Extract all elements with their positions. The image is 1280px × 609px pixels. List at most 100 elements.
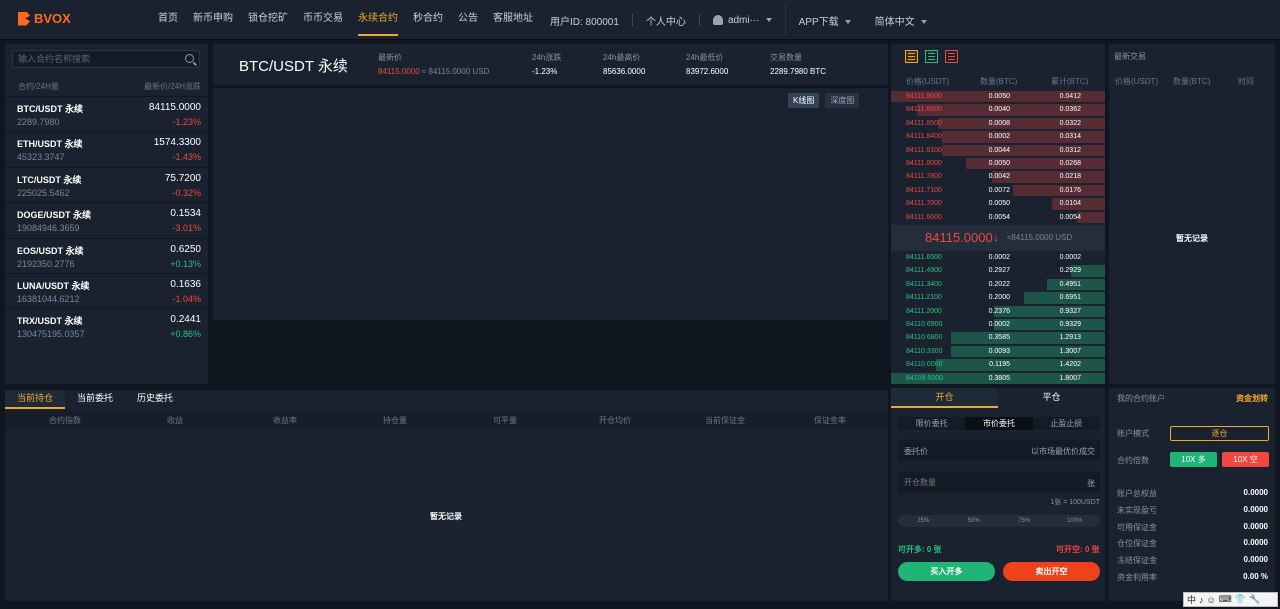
orderbook-bids-icon[interactable] (925, 50, 938, 63)
tab-current-positions[interactable]: 当前持仓 (5, 390, 66, 409)
bid-row[interactable]: 84110.3300 0.0093 1.3007 (891, 345, 1105, 358)
ask-row[interactable]: 84111.7100 0.0072 0.0176 (891, 184, 1105, 197)
bid-row[interactable]: 84111.2000 0.2376 0.9327 (891, 305, 1105, 318)
search-icon[interactable] (185, 54, 194, 63)
nav-spot[interactable]: 币币交易 (303, 0, 343, 40)
user-menu[interactable]: admi··· (712, 15, 772, 26)
col-contract: 合约/24H量 (18, 82, 59, 91)
skin-icon[interactable]: 👕 (1235, 594, 1246, 605)
emoji-icon[interactable]: ☺ (1207, 595, 1216, 605)
logo[interactable]: BVOX (18, 11, 71, 26)
ime-icon[interactable]: 中 (1187, 593, 1196, 606)
ob-amount: 0.0042 (988, 173, 1010, 181)
ask-row[interactable]: 84111.7800 0.0042 0.0218 (891, 170, 1105, 183)
nav-announcement[interactable]: 公告 (458, 0, 478, 40)
margin-mode-button[interactable]: 逐仓 (1170, 426, 1269, 441)
settings-icon[interactable]: 🔧 (1249, 594, 1260, 605)
nav-perpetual[interactable]: 永续合约 (358, 0, 398, 40)
ob-price: 84111.8500 (906, 119, 942, 127)
ask-row[interactable]: 84111.8400 0.0002 0.0314 (891, 130, 1105, 143)
ask-row[interactable]: 84111.8000 0.0050 0.0268 (891, 157, 1105, 170)
ob-amount: 0.0002 (988, 254, 1010, 261)
market-row[interactable]: LUNA/USDT 永续 16381044.6212 0.1636 -1.04% (5, 273, 207, 308)
market-change: -1.04% (172, 294, 201, 304)
market-volume: 2192350.2776 (17, 258, 75, 269)
sell-short-button[interactable]: 卖出开空 (1003, 562, 1100, 581)
stat-value: -1.23% (532, 67, 558, 76)
sound-icon[interactable]: ♪ (1199, 595, 1204, 605)
ask-row[interactable]: 84111.7000 0.0050 0.0104 (891, 197, 1105, 210)
market-row[interactable]: BTC/USDT 永续 2289.7980 84115.0000 -1.23% (5, 96, 207, 131)
leverage-long-button[interactable]: 10X 多 (1170, 452, 1217, 467)
market-row[interactable]: TRX/USDT 永续 130475195.0357 0.2441 +0.86% (5, 308, 207, 343)
app-download-menu[interactable]: APP下载 (799, 13, 851, 28)
nav-support[interactable]: 客服地址 (493, 0, 533, 40)
stat-change: 24h涨跌 -1.23% (532, 52, 561, 76)
tab-market-order[interactable]: 市价委托 (965, 417, 1033, 430)
ob-col-amount: 数量(BTC) (980, 77, 1018, 86)
language-menu[interactable]: 简体中文 (875, 13, 927, 28)
search-box (12, 50, 200, 68)
ob-amount: 0.0093 (988, 347, 1010, 355)
ob-total: 1.8007 (1059, 374, 1081, 382)
percent-50[interactable]: 50% (949, 515, 1000, 527)
keyboard-icon[interactable]: ⌨ (1219, 594, 1232, 605)
col-header: 收益 (167, 416, 183, 425)
depth-bar (950, 332, 1105, 344)
market-row[interactable]: ETH/USDT 永续 45323.3747 1574.3300 -1.43% (5, 131, 207, 166)
tab-open[interactable]: 开仓 (891, 388, 998, 408)
tab-kline[interactable]: K线图 (788, 93, 820, 108)
leverage-short-button[interactable]: 10X 空 (1222, 452, 1269, 467)
orderbook-asks-icon[interactable] (945, 50, 958, 63)
trades-col-price: 价格(USDT) (1115, 77, 1159, 86)
ob-price: 84111.7000 (906, 200, 942, 208)
ob-price: 84111.6600 (906, 213, 942, 221)
mode-label: 账户模式 (1117, 429, 1149, 438)
bid-row[interactable]: 84109.5000 0.3805 1.8007 (891, 372, 1105, 385)
account-title: 我的合约账户 (1117, 394, 1165, 403)
ask-row[interactable]: 84111.8600 0.0040 0.0362 (891, 103, 1105, 116)
bid-row[interactable]: 84111.3400 0.2022 0.4951 (891, 278, 1105, 291)
market-row[interactable]: DOGE/USDT 永续 19084946.3659 0.1534 -3.01% (5, 202, 207, 237)
percent-75[interactable]: 75% (999, 515, 1050, 527)
bid-row[interactable]: 84111.2100 0.2000 0.6951 (891, 291, 1105, 304)
market-row[interactable]: EOS/USDT 永续 2192350.2776 0.6250 +0.13% (5, 237, 207, 273)
percent-100[interactable]: 100% (1050, 515, 1101, 527)
bid-row[interactable]: 84110.6900 0.0002 0.9329 (891, 318, 1105, 331)
personal-center-link[interactable]: 个人中心 (646, 13, 686, 28)
tab-history-orders[interactable]: 历史委托 (125, 390, 185, 409)
market-row[interactable]: LTC/USDT 永续 225025.5462 75.7200 -0.32% (5, 166, 207, 202)
orderbook-both-icon[interactable] (905, 50, 918, 63)
nav-staking[interactable]: 锁仓挖矿 (248, 0, 288, 40)
price-field[interactable]: 委托价 以市场最优价成交 (898, 439, 1100, 461)
tab-close[interactable]: 平仓 (998, 388, 1105, 408)
bid-row[interactable]: 84110.0000 0.1195 1.4202 (891, 358, 1105, 371)
bid-row[interactable]: 84111.6500 0.0002 0.0002 (891, 251, 1105, 264)
tab-tp-sl[interactable]: 止盈止损 (1033, 417, 1100, 430)
tab-limit-order[interactable]: 限价委托 (898, 417, 965, 430)
bid-row[interactable]: 84111.4900 0.2927 0.2929 (891, 264, 1105, 277)
ask-row[interactable]: 84111.9000 0.0050 0.0412 (891, 90, 1105, 103)
nav-second-contract[interactable]: 秒合约 (413, 0, 443, 40)
ob-amount: 0.0008 (988, 119, 1010, 127)
nav-new-coin[interactable]: 新币申购 (193, 0, 233, 40)
nav-home[interactable]: 首页 (158, 0, 178, 40)
search-input[interactable] (13, 51, 199, 67)
account-value: 0.0000 (1243, 488, 1268, 497)
arrow-down-icon: ↓ (993, 230, 999, 244)
buy-long-button[interactable]: 买入开多 (898, 562, 995, 581)
quantity-input[interactable] (898, 471, 1078, 493)
chart-area[interactable] (213, 88, 888, 320)
bid-row[interactable]: 84110.6800 0.3585 1.2913 (891, 331, 1105, 344)
ask-row[interactable]: 84111.6600 0.0054 0.0054 (891, 211, 1105, 224)
tab-current-orders[interactable]: 当前委托 (65, 390, 125, 409)
chevron-down-icon (920, 19, 927, 24)
tab-depth[interactable]: 深度图 (825, 93, 860, 108)
ask-row[interactable]: 84111.8100 0.0044 0.0312 (891, 144, 1105, 157)
market-change: +0.13% (170, 258, 201, 269)
percent-25[interactable]: 25% (898, 515, 949, 527)
transfer-button[interactable]: 资金划转 (1236, 393, 1268, 404)
ob-price: 84111.6500 (906, 254, 942, 261)
quantity-field[interactable]: 张 (898, 471, 1100, 493)
ask-row[interactable]: 84111.8500 0.0008 0.0322 (891, 117, 1105, 130)
